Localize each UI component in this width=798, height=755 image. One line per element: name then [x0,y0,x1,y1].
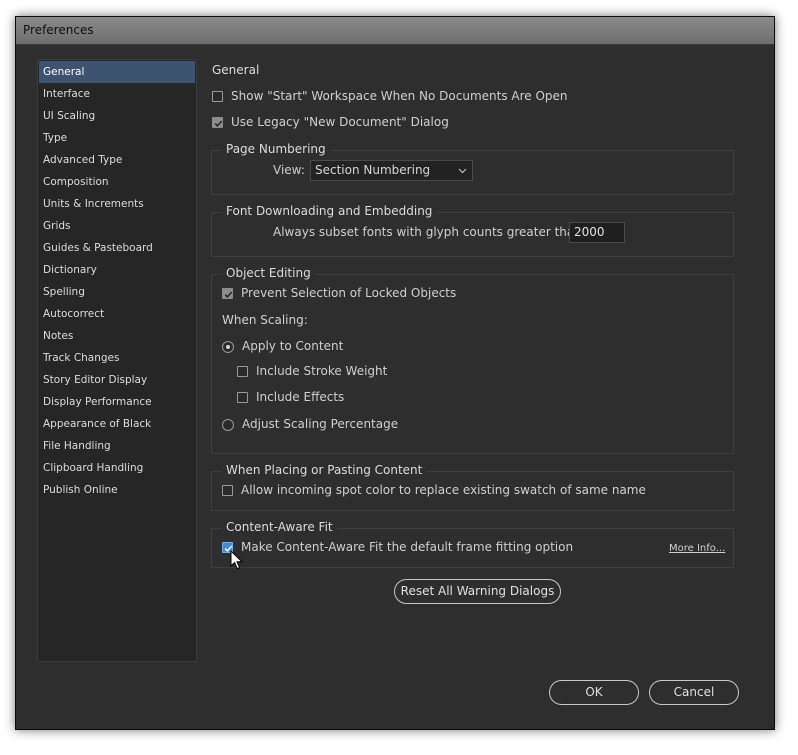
show-start-workspace-checkbox[interactable] [212,91,223,102]
chevron-down-icon [458,168,467,174]
subset-fonts-label: Always subset fonts with glyph counts gr… [273,225,586,239]
adjust-scaling-percentage-radio[interactable] [222,419,234,431]
page-numbering-view-select[interactable]: Section Numbering [310,160,473,181]
apply-to-content-radio[interactable] [222,341,234,353]
preferences-sidebar: General Interface UI Scaling Type Advanc… [37,59,197,662]
include-stroke-weight-checkbox[interactable] [237,366,248,377]
sidebar-item-dictionary[interactable]: Dictionary [39,259,195,281]
when-scaling-label: When Scaling: [222,313,308,327]
subset-glyph-count-input[interactable]: 2000 [569,222,625,243]
font-downloading-title: Font Downloading and Embedding [222,204,437,218]
sidebar-item-interface[interactable]: Interface [39,83,195,105]
sidebar-item-story-editor-display[interactable]: Story Editor Display [39,369,195,391]
view-label: View: [273,163,305,177]
include-effects-checkbox[interactable] [237,392,248,403]
include-effects-label: Include Effects [256,390,345,404]
object-editing-title: Object Editing [222,266,315,280]
sidebar-item-grids[interactable]: Grids [39,215,195,237]
page-numbering-view-value: Section Numbering [315,163,431,177]
prevent-selection-locked-checkbox[interactable] [222,288,233,299]
allow-spot-color-label: Allow incoming spot color to replace exi… [241,483,646,497]
sidebar-item-ui-scaling[interactable]: UI Scaling [39,105,195,127]
include-stroke-weight-label: Include Stroke Weight [256,364,388,378]
sidebar-item-general[interactable]: General [39,61,195,83]
apply-to-content-label: Apply to Content [242,339,344,353]
sidebar-item-clipboard-handling[interactable]: Clipboard Handling [39,457,195,479]
more-info-link[interactable]: More Info... [669,543,725,554]
adjust-scaling-percentage-label: Adjust Scaling Percentage [242,417,399,431]
sidebar-item-spelling[interactable]: Spelling [39,281,195,303]
sidebar-item-advanced-type[interactable]: Advanced Type [39,149,195,171]
cancel-button[interactable]: Cancel [649,680,739,705]
use-legacy-new-document-checkbox[interactable] [212,117,223,128]
checkmark-icon [224,291,233,298]
mouse-pointer-icon [230,550,244,570]
sidebar-item-display-performance[interactable]: Display Performance [39,391,195,413]
title-bar[interactable]: Preferences [16,17,774,45]
page-numbering-title: Page Numbering [222,142,330,156]
show-start-workspace-label: Show "Start" Workspace When No Documents… [231,89,568,103]
sidebar-item-composition[interactable]: Composition [39,171,195,193]
placing-pasting-title: When Placing or Pasting Content [222,463,427,477]
content-aware-fit-default-label: Make Content-Aware Fit the default frame… [241,540,574,554]
reset-warning-dialogs-button[interactable]: Reset All Warning Dialogs [394,579,561,604]
content-aware-fit-title: Content-Aware Fit [222,520,337,534]
sidebar-item-appearance-of-black[interactable]: Appearance of Black [39,413,195,435]
checkmark-icon [214,120,223,127]
sidebar-item-units-increments[interactable]: Units & Increments [39,193,195,215]
sidebar-item-file-handling[interactable]: File Handling [39,435,195,457]
radio-selected-dot [226,345,230,349]
sidebar-item-guides-pasteboard[interactable]: Guides & Pasteboard [39,237,195,259]
sidebar-item-publish-online[interactable]: Publish Online [39,479,195,501]
section-heading: General [212,63,260,77]
prevent-selection-locked-label: Prevent Selection of Locked Objects [241,286,457,300]
window-title: Preferences [23,23,94,37]
sidebar-item-track-changes[interactable]: Track Changes [39,347,195,369]
sidebar-item-notes[interactable]: Notes [39,325,195,347]
allow-spot-color-checkbox[interactable] [222,485,233,496]
ok-button[interactable]: OK [549,680,639,705]
sidebar-item-autocorrect[interactable]: Autocorrect [39,303,195,325]
use-legacy-new-document-label: Use Legacy "New Document" Dialog [231,115,449,129]
sidebar-item-type[interactable]: Type [39,127,195,149]
